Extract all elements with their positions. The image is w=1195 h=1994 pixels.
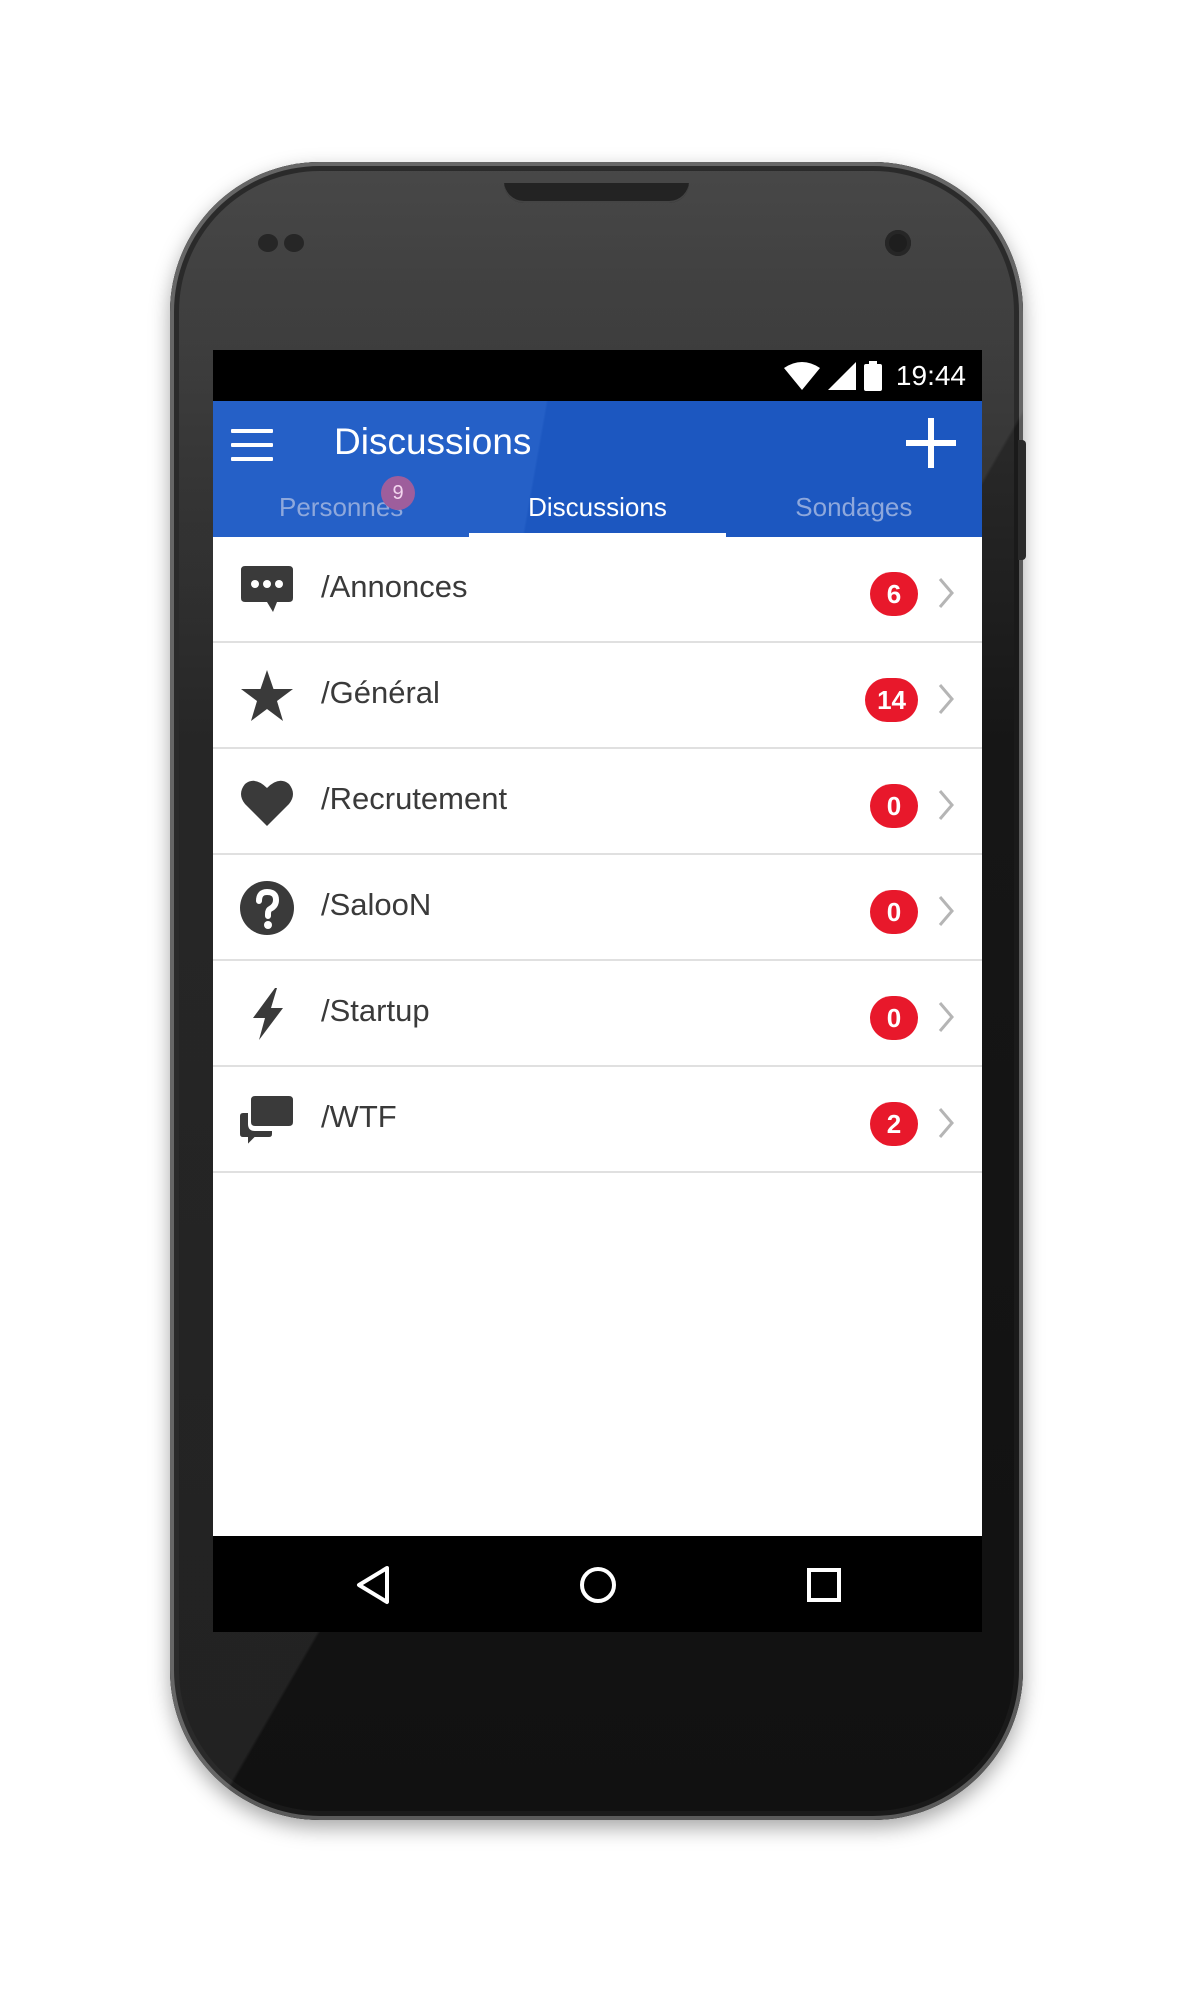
tab-label: Sondages	[795, 492, 913, 522]
channel-name: /SalooN	[321, 887, 432, 922]
tab-personnes[interactable]: Personnes 9	[213, 476, 469, 537]
channel-row-startup[interactable]: /Startup 0	[213, 961, 982, 1067]
unread-count-badge: 6	[870, 572, 918, 616]
cell-signal-icon	[827, 362, 856, 390]
recent-apps-icon[interactable]	[803, 1564, 845, 1606]
tab-sondages[interactable]: Sondages	[726, 486, 982, 537]
screen: 19:44 Discussions Personnes 9 Discussion…	[213, 350, 982, 1632]
back-icon[interactable]	[353, 1564, 395, 1606]
chat-bubble-dots-icon	[239, 562, 295, 618]
clock: 19:44	[895, 360, 966, 391]
channel-name: /Général	[321, 675, 440, 710]
status-bar: 19:44	[213, 350, 982, 401]
page-title: Discussions	[334, 421, 532, 462]
front-camera	[885, 230, 911, 256]
tab-label: Discussions	[528, 492, 667, 522]
chevron-right-icon	[938, 578, 954, 608]
menu-icon[interactable]	[231, 429, 273, 463]
unread-count-badge: 0	[870, 996, 918, 1040]
proximity-sensors	[258, 234, 310, 252]
unread-count-badge: 14	[865, 678, 918, 722]
wifi-icon	[783, 362, 820, 390]
channel-name: /WTF	[321, 1099, 397, 1134]
unread-count-badge: 0	[870, 784, 918, 828]
add-icon[interactable]	[906, 418, 956, 468]
power-button	[1018, 440, 1026, 560]
tab-bar: Personnes 9 Discussions Sondages	[213, 476, 982, 537]
channel-row-saloon[interactable]: /SalooN 0	[213, 855, 982, 961]
chevron-right-icon	[938, 790, 954, 820]
channel-row-recrutement[interactable]: /Recrutement 0	[213, 749, 982, 855]
home-icon[interactable]	[577, 1564, 619, 1606]
chevron-right-icon	[938, 1002, 954, 1032]
earpiece-speaker	[504, 183, 689, 203]
star-icon	[239, 668, 295, 724]
app-bar: Discussions Personnes 9 Discussions Sond…	[213, 401, 982, 537]
heart-icon	[239, 774, 295, 830]
chevron-right-icon	[938, 896, 954, 926]
notification-badge: 9	[381, 476, 415, 510]
channel-row-wtf[interactable]: /WTF 2	[213, 1067, 982, 1173]
channel-row-general[interactable]: /Général 14	[213, 643, 982, 749]
channel-list: /Annonces 6 /Général 14 /Recrutement 0 /…	[213, 537, 982, 1173]
channel-name: /Annonces	[321, 569, 468, 604]
chat-bubbles-icon	[238, 1092, 295, 1149]
lightning-bolt-icon	[239, 986, 295, 1042]
channel-row-annonces[interactable]: /Annonces 6	[213, 537, 982, 643]
battery-icon	[863, 361, 882, 391]
channel-name: /Startup	[321, 993, 430, 1028]
chevron-right-icon	[938, 684, 954, 714]
unread-count-badge: 0	[870, 890, 918, 934]
system-nav-bar	[213, 1536, 982, 1632]
question-circle-icon	[239, 880, 295, 936]
tab-discussions[interactable]: Discussions	[469, 486, 726, 537]
unread-count-badge: 2	[870, 1102, 918, 1146]
channel-name: /Recrutement	[321, 781, 508, 816]
chevron-right-icon	[938, 1108, 954, 1138]
